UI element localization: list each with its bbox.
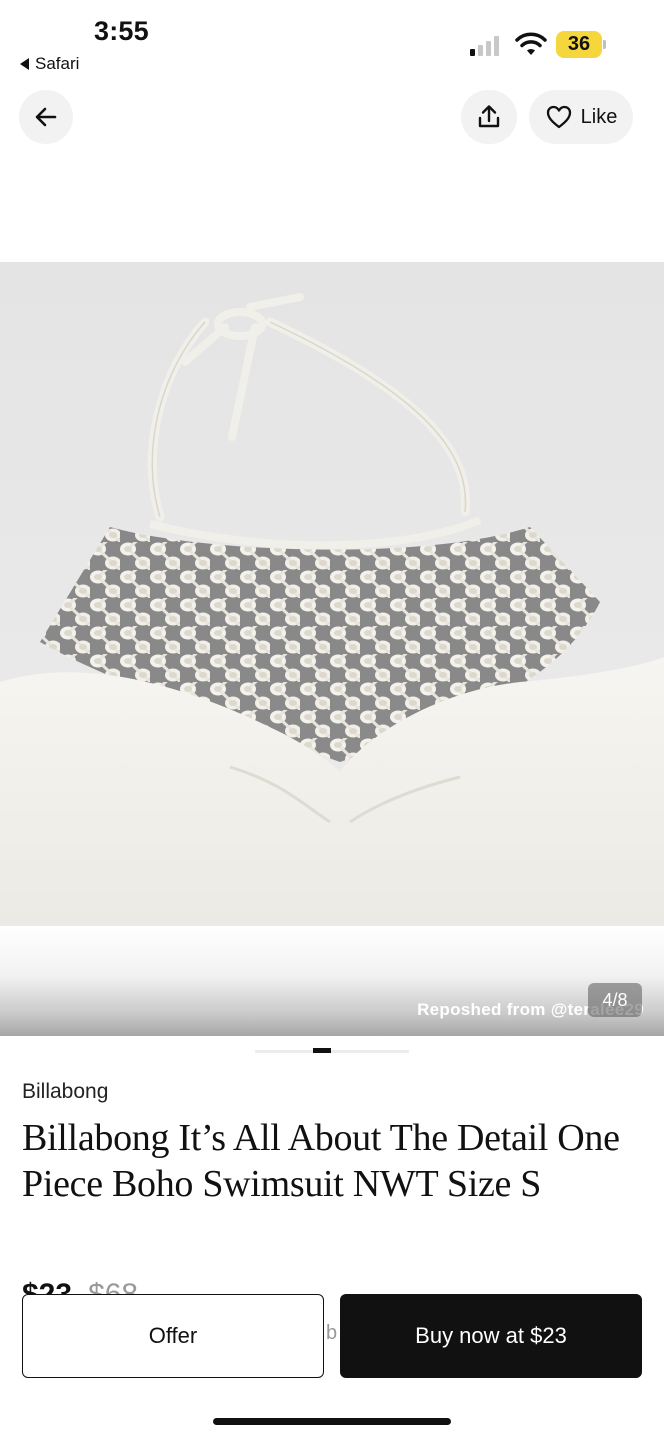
heart-icon	[546, 105, 571, 129]
hidden-text-peek: b	[326, 1322, 338, 1344]
signal-icon	[470, 34, 499, 56]
swimsuit-image	[0, 293, 664, 926]
back-triangle-icon	[20, 58, 29, 70]
status-time: 3:55	[94, 16, 149, 46]
battery-icon: 36	[556, 31, 602, 58]
arrow-left-icon	[35, 107, 57, 127]
wifi-icon	[515, 32, 547, 55]
like-label: Like	[580, 105, 618, 128]
share-icon	[478, 105, 500, 128]
image-counter: 4/8	[588, 983, 642, 1017]
offer-button[interactable]: Offer	[22, 1294, 324, 1378]
product-photo[interactable]	[0, 262, 664, 926]
back-app-label: Safari	[35, 54, 80, 73]
battery-tip	[603, 40, 606, 49]
gallery-pager-active	[313, 1048, 331, 1053]
back-to-app-link[interactable]: Safari	[20, 54, 79, 74]
listing-title: Billabong It’s All About The Detail One …	[22, 1117, 620, 1205]
back-button[interactable]	[19, 90, 73, 144]
home-indicator[interactable]	[213, 1418, 451, 1425]
gallery-pager-track	[255, 1050, 409, 1053]
share-button[interactable]	[461, 90, 517, 144]
like-button[interactable]: Like	[529, 90, 633, 144]
buy-now-button[interactable]: Buy now at $23	[340, 1294, 642, 1378]
brand-link[interactable]: Billabong	[22, 1080, 108, 1104]
